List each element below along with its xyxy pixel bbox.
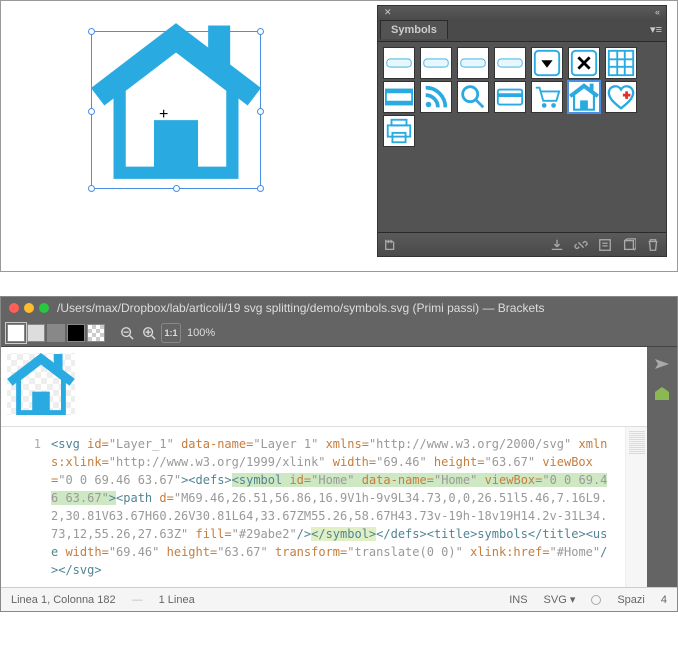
zoom-out-button[interactable]: [117, 323, 137, 343]
code-editor[interactable]: 1 <svg id="Layer_1" data-name="Layer 1" …: [1, 427, 647, 587]
code-content[interactable]: <svg id="Layer_1" data-name="Layer 1" xm…: [51, 427, 625, 587]
symbol-bar2[interactable]: [420, 47, 452, 79]
collapse-icon[interactable]: ✕: [384, 7, 392, 18]
background-swatch-checker[interactable]: [87, 324, 105, 342]
symbol-dropdown[interactable]: [531, 47, 563, 79]
window-close-button[interactable]: [9, 303, 19, 313]
resize-handle-se[interactable]: [257, 185, 264, 192]
background-swatch-white[interactable]: [7, 324, 25, 342]
panel-tabs: Symbols ▾≡: [378, 20, 666, 42]
symbol-grid[interactable]: [605, 47, 637, 79]
indent-size[interactable]: 4: [661, 594, 667, 606]
symbol-close[interactable]: [568, 47, 600, 79]
panel-dock-icon[interactable]: «: [655, 7, 660, 17]
place-symbol-icon[interactable]: [550, 238, 564, 252]
symbol-home[interactable]: [568, 81, 600, 113]
new-symbol-icon[interactable]: [622, 238, 636, 252]
crosshair-cursor: +: [159, 106, 168, 124]
symbols-grid: [378, 42, 666, 232]
panel-menu-icon[interactable]: ▾≡: [650, 23, 662, 36]
background-swatch-light[interactable]: [27, 324, 45, 342]
symbol-options-icon[interactable]: [598, 238, 612, 252]
zoom-actual-button[interactable]: 1:1: [161, 323, 181, 343]
line-gutter: 1: [1, 427, 51, 587]
symbol-cart[interactable]: [531, 81, 563, 113]
delete-symbol-icon[interactable]: [646, 238, 660, 252]
home-symbol-instance[interactable]: [91, 21, 261, 181]
minimap[interactable]: [625, 427, 647, 587]
live-preview-icon[interactable]: [653, 355, 671, 373]
symbol-rss[interactable]: [420, 81, 452, 113]
linting-status-icon[interactable]: [591, 595, 601, 605]
window-zoom-button[interactable]: [39, 303, 49, 313]
symbol-libraries-icon[interactable]: [384, 238, 398, 252]
brackets-editor-window: /Users/max/Dropbox/lab/articoli/19 svg s…: [0, 296, 678, 612]
symbol-bar4[interactable]: [494, 47, 526, 79]
symbol-bar1[interactable]: [383, 47, 415, 79]
indent-type[interactable]: Spazi: [617, 594, 645, 606]
svg-preview-pane[interactable]: [1, 347, 647, 427]
zoom-level: 100%: [187, 327, 215, 339]
cursor-position[interactable]: Linea 1, Colonna 182: [11, 594, 116, 606]
symbol-film[interactable]: [383, 81, 415, 113]
background-swatch-black[interactable]: [67, 324, 85, 342]
symbol-printer[interactable]: [383, 115, 415, 147]
window-titlebar[interactable]: /Users/max/Dropbox/lab/articoli/19 svg s…: [1, 297, 677, 319]
svg-preview-thumbnail: [7, 353, 75, 415]
insert-mode[interactable]: INS: [509, 594, 527, 606]
language-mode[interactable]: SVG ▾: [544, 593, 576, 606]
artboard[interactable]: +: [51, 21, 311, 251]
resize-handle-sw[interactable]: [88, 185, 95, 192]
symbol-search[interactable]: [457, 81, 489, 113]
symbol-bar3[interactable]: [457, 47, 489, 79]
window-minimize-button[interactable]: [24, 303, 34, 313]
background-swatch-gray[interactable]: [47, 324, 65, 342]
preview-toolbar: 1:1 100%: [1, 319, 677, 347]
status-bar: Linea 1, Colonna 182 — 1 Linea INS SVG ▾…: [1, 587, 677, 611]
extension-manager-icon[interactable]: [653, 385, 671, 403]
symbol-heart-plus[interactable]: [605, 81, 637, 113]
resize-handle-s[interactable]: [173, 185, 180, 192]
symbol-card[interactable]: [494, 81, 526, 113]
symbols-panel[interactable]: ✕ « Symbols ▾≡: [377, 5, 667, 257]
illustrator-canvas-region: + ✕ « Symbols ▾≡: [0, 0, 678, 272]
panel-footer: [378, 232, 666, 256]
panel-titlebar[interactable]: ✕ «: [378, 6, 666, 20]
break-link-icon[interactable]: [574, 238, 588, 252]
zoom-in-button[interactable]: [139, 323, 159, 343]
window-title: /Users/max/Dropbox/lab/articoli/19 svg s…: [57, 301, 545, 315]
symbols-tab[interactable]: Symbols: [380, 20, 448, 39]
line-count: 1 Linea: [159, 594, 195, 606]
extension-sidebar: [647, 347, 677, 587]
